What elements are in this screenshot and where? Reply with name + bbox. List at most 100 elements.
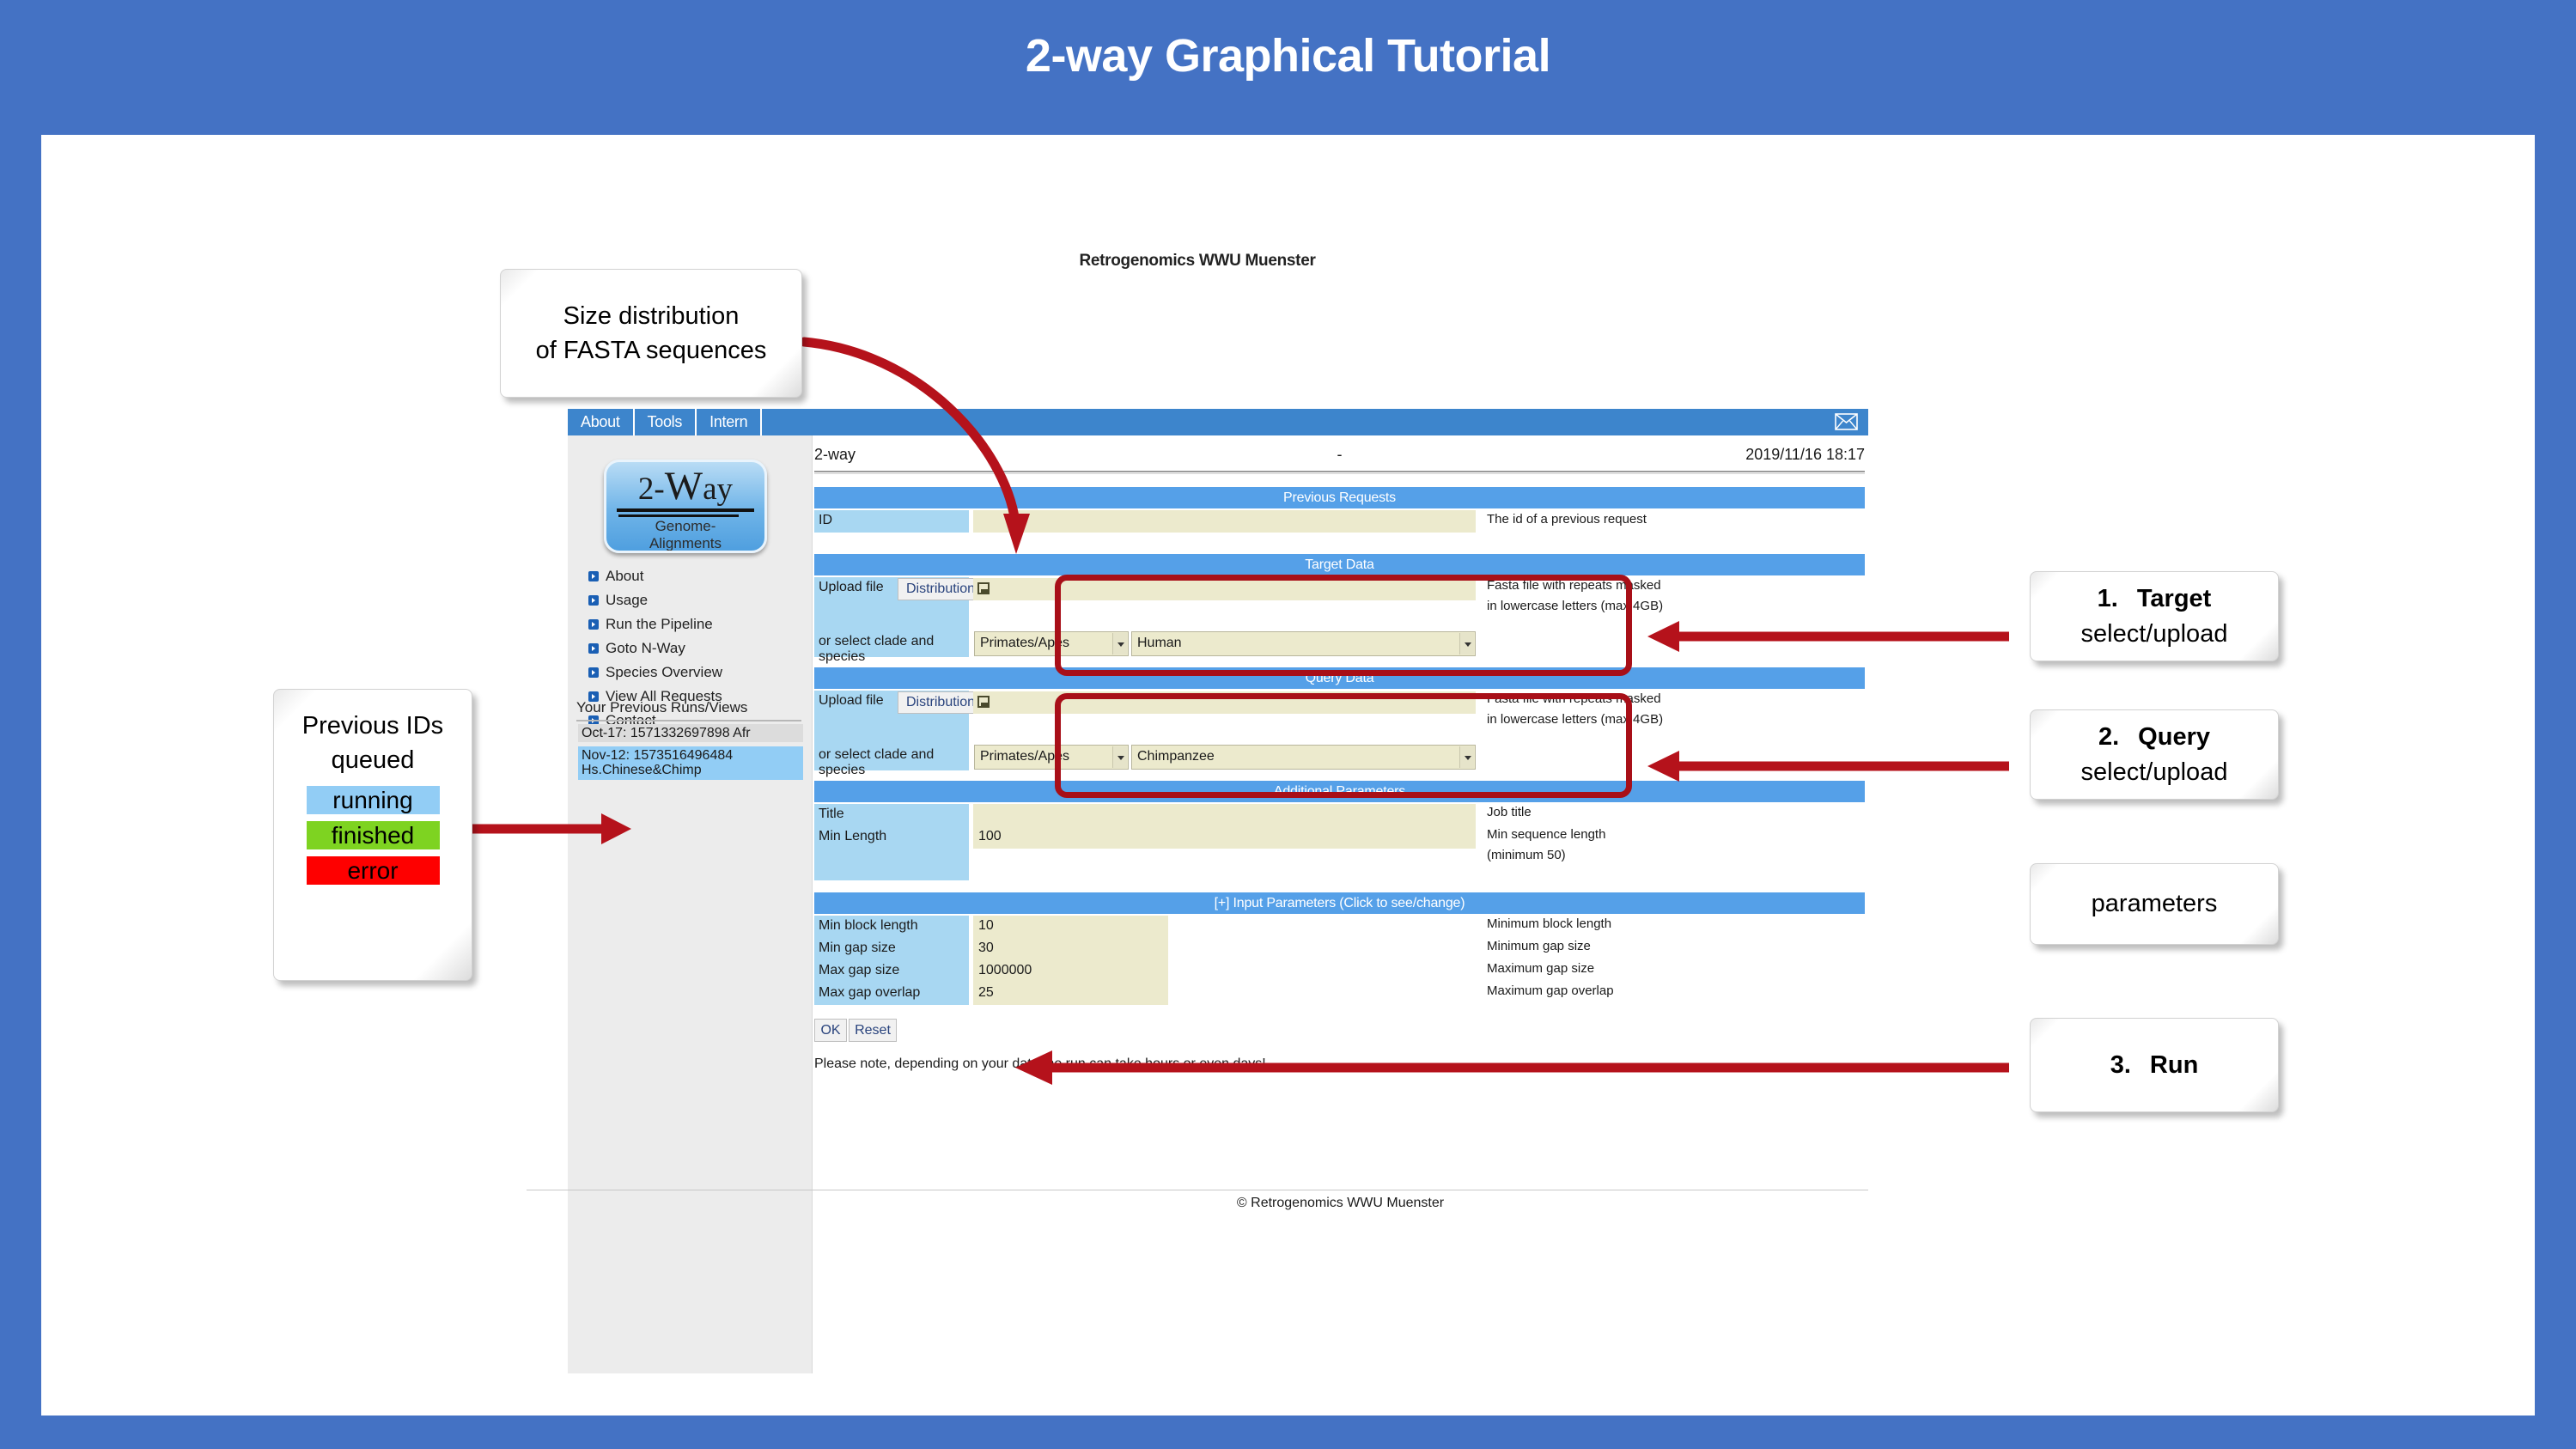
query-distribution-button[interactable]: Distribution: [898, 691, 984, 714]
callout-line-2: of FASTA sequences: [535, 337, 767, 364]
sidebar-item-species-overview[interactable]: Species Overview: [588, 665, 722, 679]
previous-runs-divider: [576, 720, 801, 721]
context-divider: [814, 471, 1865, 474]
context-left: 2-way: [814, 446, 856, 463]
callout-size-distribution: Size distribution of FASTA sequences: [500, 269, 802, 398]
field-label-title: Title: [814, 804, 969, 826]
callout-step-1-target: 1. Target select/upload: [2030, 571, 2279, 661]
section-header-input-parameters: [+] Input Parameters (Click to see/chang…: [814, 892, 1865, 914]
field-label-max-gap-size: Max gap size: [814, 960, 969, 983]
field-label-query-select: or select clade and species: [814, 745, 969, 777]
reset-button[interactable]: Reset: [849, 1019, 897, 1042]
field-hint-max-gap-overlap: Maximum gap overlap: [1487, 983, 1614, 998]
id-input[interactable]: [973, 510, 1476, 533]
logo-divider-1: [617, 508, 754, 512]
status-badge-finished: finished: [306, 821, 440, 850]
callout-line-1: Size distribution: [563, 301, 740, 330]
field-hint-min-gap-size: Minimum gap size: [1487, 939, 1591, 953]
sidebar-item-usage[interactable]: Usage: [588, 593, 722, 607]
envelope-icon[interactable]: [1835, 413, 1858, 430]
arrow-bullet-icon: [588, 619, 599, 630]
field-label-target-select: or select clade and species: [814, 631, 969, 664]
previous-runs-heading: Your Previous Runs/Views: [576, 699, 748, 715]
logo-divider-2: [618, 514, 739, 517]
field-label-min-length: Min Length: [814, 826, 969, 880]
min-block-length-input[interactable]: 10: [973, 916, 1168, 938]
logo-subtitle-1: Genome-: [655, 518, 716, 534]
context-middle: -: [1337, 446, 1343, 463]
context-row: 2-way - 2019/11/16 18:17: [814, 446, 1865, 468]
arrow-bullet-icon: [588, 571, 599, 581]
slide-root: 2-way Graphical Tutorial Retrogenomics W…: [0, 0, 2576, 1449]
target-distribution-button[interactable]: Distribution: [898, 578, 984, 600]
field-label-id: ID: [814, 510, 969, 533]
sidebar-item-about[interactable]: About: [588, 569, 722, 583]
previous-run-item-1[interactable]: Oct-17: 1571332697898 Afr: [578, 724, 803, 743]
logo-subtitle-2: Alignments: [649, 534, 722, 551]
logo-text-w: W: [664, 464, 703, 508]
page-title: 2-way Graphical Tutorial: [1025, 30, 1551, 82]
callout-previous-ids: Previous IDs queued running finished err…: [273, 689, 472, 981]
callout-step-title: Target: [2136, 585, 2212, 613]
menu-item-intern[interactable]: Intern: [697, 409, 763, 435]
sidebar-item-label: Species Overview: [606, 664, 723, 680]
save-file-icon[interactable]: [977, 696, 990, 708]
arrow-bullet-icon: [588, 643, 599, 654]
min-length-input[interactable]: 100: [973, 826, 1476, 849]
site-logo: 2-Way Genome- Alignments: [604, 460, 767, 553]
menu-item-tools[interactable]: Tools: [635, 409, 697, 435]
field-hint-min-length-2: (minimum 50): [1487, 848, 1566, 862]
callout-line-2: queued: [331, 746, 415, 775]
callout-step-number: 2.: [2098, 723, 2120, 752]
callout-parameters-title: parameters: [2091, 890, 2218, 918]
copyright: © Retrogenomics WWU Muenster: [1236, 1196, 1445, 1210]
sidebar-item-run-the-pipeline[interactable]: Run the Pipeline: [588, 617, 722, 631]
field-hint-min-block-length: Minimum block length: [1487, 916, 1612, 931]
callout-step-subtitle: select/upload: [2080, 619, 2228, 648]
sidebar: 2-Way Genome- Alignments About Usage Run…: [568, 435, 813, 1373]
ok-button[interactable]: OK: [814, 1019, 847, 1042]
section-header-previous-requests: Previous Requests: [814, 487, 1865, 508]
field-label-min-gap-size: Min gap size: [814, 938, 969, 960]
sidebar-item-label: Run the Pipeline: [606, 616, 713, 632]
field-label-min-block-length: Min block length: [814, 916, 969, 938]
field-hint-max-gap-size: Maximum gap size: [1487, 961, 1595, 976]
logo-text-2: 2-: [637, 472, 665, 507]
sidebar-item-label: Goto N-Way: [606, 640, 685, 656]
callout-step-2-query: 2. Query select/upload: [2030, 709, 2279, 800]
query-highlight-box: [1055, 693, 1632, 798]
field-label-max-gap-overlap: Max gap overlap: [814, 983, 969, 1005]
sidebar-item-label: Usage: [606, 592, 649, 608]
arrow-bullet-icon: [588, 595, 599, 606]
callout-step-subtitle: select/upload: [2080, 758, 2228, 786]
status-badge-running: running: [306, 786, 440, 815]
arrow-bullet-icon: [588, 667, 599, 678]
min-gap-size-input[interactable]: 30: [973, 938, 1168, 960]
previous-run-item-2[interactable]: Nov-12: 1573516496484 Hs.Chinese&Chimp: [578, 746, 803, 780]
callout-step-3-run: 3. Run: [2030, 1018, 2279, 1112]
save-file-icon[interactable]: [977, 582, 990, 594]
status-badge-error: error: [306, 856, 440, 886]
callout-step-title: Query: [2138, 723, 2210, 752]
field-hint-min-length-1: Min sequence length: [1487, 827, 1606, 842]
callout-step-title: Run: [2149, 1050, 2199, 1079]
run-time-note: Please note, depending on your data the …: [814, 1056, 1266, 1071]
site-brand: Retrogenomics WWU Muenster: [1079, 252, 1316, 270]
logo-text-ay: ay: [703, 472, 734, 507]
main-menubar: About Tools Intern: [568, 409, 1868, 435]
field-hint-title: Job title: [1487, 805, 1532, 819]
target-highlight-box: [1055, 575, 1632, 676]
sidebar-item-label: About: [606, 568, 644, 584]
max-gap-overlap-input[interactable]: 25: [973, 983, 1168, 1005]
field-hint-id: The id of a previous request: [1487, 512, 1647, 527]
callout-line-1: Previous IDs: [301, 712, 444, 740]
max-gap-size-input[interactable]: 1000000: [973, 960, 1168, 983]
section-header-target-data: Target Data: [814, 554, 1865, 575]
callout-step-number: 1.: [2097, 585, 2118, 613]
title-input[interactable]: [973, 804, 1476, 826]
menu-item-about[interactable]: About: [568, 409, 635, 435]
sidebar-item-goto-n-way[interactable]: Goto N-Way: [588, 641, 722, 655]
context-timestamp: 2019/11/16 18:17: [1745, 446, 1865, 463]
callout-step-number: 3.: [2110, 1050, 2131, 1079]
callout-parameters: parameters: [2030, 863, 2279, 945]
